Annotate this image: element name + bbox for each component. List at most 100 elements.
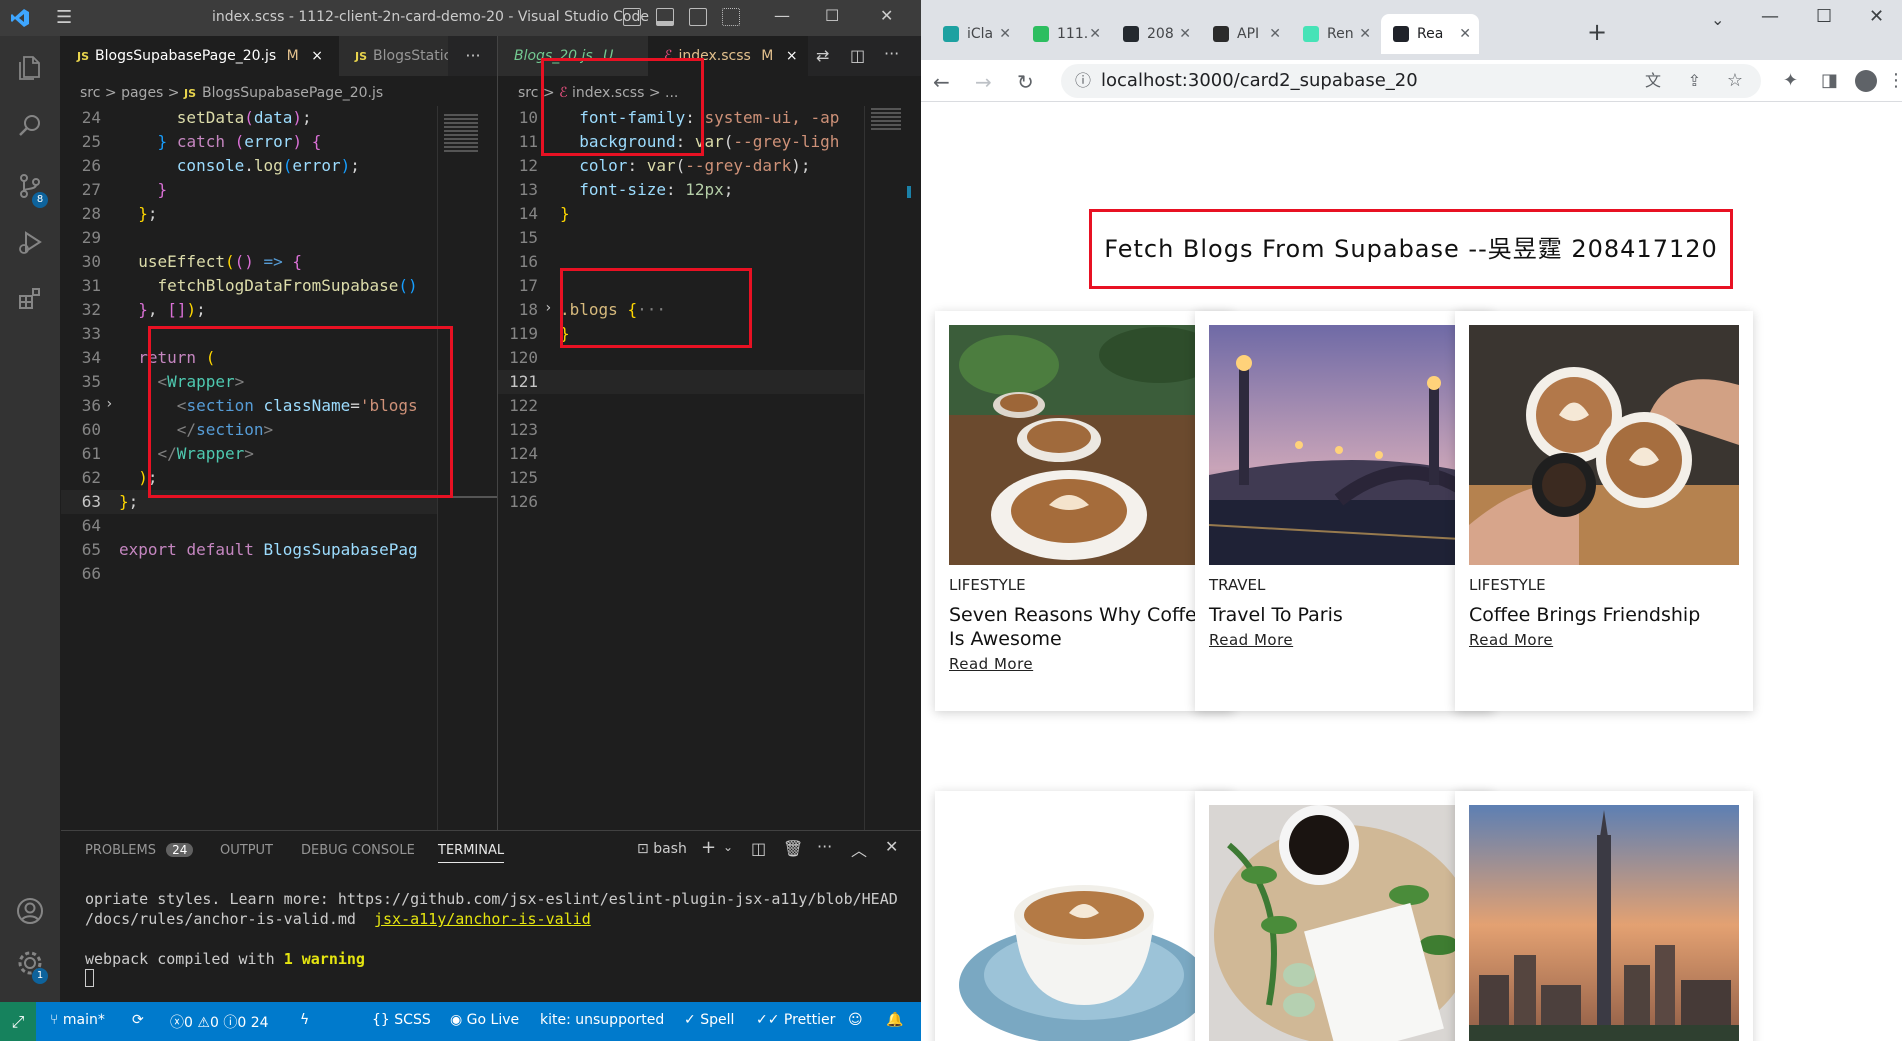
browser-tab[interactable]: API ✕: [1201, 14, 1289, 54]
tab-debug-console[interactable]: DEBUG CONSOLE: [301, 843, 415, 858]
forward-icon[interactable]: →: [975, 70, 992, 94]
lightning-icon[interactable]: ϟ: [300, 1012, 309, 1028]
right-code-editor[interactable]: 10 font-family: system-ui, -ap 11 backgro…: [498, 106, 864, 830]
code-line[interactable]: 119}: [498, 322, 864, 346]
extensions-puzzle-icon[interactable]: ✦: [1783, 70, 1798, 91]
code-line[interactable]: 29: [61, 226, 437, 250]
left-minimap[interactable]: [437, 106, 498, 830]
code-line[interactable]: 120: [498, 346, 864, 370]
breadcrumb-item[interactable]: pages: [121, 85, 163, 101]
minimize-icon[interactable]: —: [1761, 6, 1779, 27]
browser-tab[interactable]: iCla ✕: [931, 14, 1019, 54]
code-line[interactable]: 60 </section>: [61, 418, 437, 442]
rule-link[interactable]: jsx-a11y/anchor-is-valid: [374, 910, 591, 928]
maximize-icon[interactable]: ☐: [825, 6, 839, 25]
search-icon[interactable]: [14, 112, 46, 144]
side-panel-icon[interactable]: ◨: [1821, 70, 1838, 91]
code-line[interactable]: 10 font-family: system-ui, -ap: [498, 106, 864, 130]
kite-status[interactable]: kite: unsupported: [540, 1012, 664, 1028]
breadcrumb-item[interactable]: BlogsSupabasePage_20.js: [202, 85, 383, 101]
code-line[interactable]: 26 console.log(error);: [61, 154, 437, 178]
new-tab-icon[interactable]: +: [1587, 18, 1607, 46]
url-bar[interactable]: ⓘ localhost:3000/card2_supabase_20 文 ⇪ ☆: [1061, 64, 1761, 98]
feedback-icon[interactable]: ☺: [848, 1012, 863, 1028]
more-actions-icon[interactable]: ···: [448, 36, 498, 76]
go-live-button[interactable]: ◉ Go Live: [450, 1012, 519, 1028]
explorer-icon[interactable]: [14, 54, 46, 86]
close-tab-icon[interactable]: ✕: [1269, 14, 1281, 54]
run-debug-icon[interactable]: [14, 228, 46, 260]
code-line[interactable]: 63};: [61, 490, 437, 514]
code-line[interactable]: 16: [498, 250, 864, 274]
close-tab-icon[interactable]: ✕: [999, 14, 1011, 54]
profile-avatar[interactable]: [1855, 70, 1877, 92]
language-indicator[interactable]: {} SCSS: [372, 1012, 431, 1028]
tab-terminal[interactable]: TERMINAL: [438, 843, 505, 863]
close-tab-icon[interactable]: ✕: [1459, 14, 1471, 54]
code-line[interactable]: 17: [498, 274, 864, 298]
menu-kebab-icon[interactable]: ⋮: [1887, 70, 1902, 91]
prettier-status[interactable]: ✓✓ Prettier: [756, 1012, 835, 1028]
code-line[interactable]: 62 );: [61, 466, 437, 490]
browser-tab[interactable]: Ren ✕: [1291, 14, 1379, 54]
code-line[interactable]: 31 fetchBlogDataFromSupabase(): [61, 274, 437, 298]
code-line[interactable]: 65 export default BlogsSupabasePag: [61, 538, 437, 562]
code-line[interactable]: 12 color: var(--grey-dark);: [498, 154, 864, 178]
notifications-icon[interactable]: 🔔: [886, 1012, 903, 1028]
code-line[interactable]: 61 </Wrapper>: [61, 442, 437, 466]
close-window-icon[interactable]: ✕: [1869, 6, 1884, 27]
right-minimap[interactable]: [864, 106, 921, 830]
code-line[interactable]: 15: [498, 226, 864, 250]
maximize-panel-icon[interactable]: ︿: [851, 837, 867, 861]
code-line[interactable]: 122: [498, 394, 864, 418]
branch-indicator[interactable]: ⑂ main*: [50, 1012, 105, 1028]
info-icon[interactable]: ⓘ: [1075, 64, 1091, 98]
terminal-output[interactable]: opriate styles. Learn more: https://gith…: [85, 889, 898, 992]
close-panel-icon[interactable]: ✕: [885, 837, 898, 856]
toggle-secondary-sidebar-icon[interactable]: [689, 8, 707, 26]
sync-icon[interactable]: ⟳: [132, 1012, 144, 1028]
read-more-link[interactable]: Read More: [949, 655, 1033, 673]
tab-index-scss[interactable]: ℰindex.scss M ×: [648, 36, 808, 76]
code-line[interactable]: 24 setData(data);: [61, 106, 437, 130]
breadcrumb-item[interactable]: ...: [665, 85, 678, 101]
close-tab-icon[interactable]: ✕: [1359, 14, 1371, 54]
problems-indicator[interactable]: ⓧ0 ⚠0 ⓘ0 24: [170, 1012, 269, 1032]
browser-tab[interactable]: Rea ✕: [1381, 14, 1479, 54]
code-line[interactable]: 32 }, []);: [61, 298, 437, 322]
code-line[interactable]: 34 return (: [61, 346, 437, 370]
browser-tab[interactable]: 208 ✕: [1111, 14, 1199, 54]
tab-blogs-20[interactable]: Blogs_20.js U: [498, 36, 648, 76]
code-line[interactable]: 66: [61, 562, 437, 586]
code-line[interactable]: 13 font-size: 12px;: [498, 178, 864, 202]
read-more-link[interactable]: Read More: [1209, 631, 1293, 649]
code-line[interactable]: 11 background: var(--grey-ligh: [498, 130, 864, 154]
minimize-icon[interactable]: —: [774, 6, 790, 25]
split-terminal-icon[interactable]: ◫: [751, 839, 766, 858]
close-tab-icon[interactable]: ×: [311, 48, 323, 64]
code-line[interactable]: 14}: [498, 202, 864, 226]
code-line[interactable]: 27 }: [61, 178, 437, 202]
code-line[interactable]: 124: [498, 442, 864, 466]
customize-layout-icon[interactable]: [722, 8, 740, 26]
code-line[interactable]: 123: [498, 418, 864, 442]
code-line[interactable]: 121: [498, 370, 864, 394]
tab-output[interactable]: OUTPUT: [220, 843, 273, 858]
code-line[interactable]: 64: [61, 514, 437, 538]
back-icon[interactable]: ←: [933, 70, 950, 94]
share-icon[interactable]: ⇪: [1688, 64, 1701, 98]
more-actions-icon[interactable]: ···: [884, 44, 899, 63]
left-code-editor[interactable]: 24 setData(data); 25 } catch (error) {26 …: [61, 106, 437, 830]
breadcrumb-item[interactable]: index.scss: [572, 85, 644, 101]
compare-changes-icon[interactable]: ⇄: [816, 46, 829, 65]
fold-chevron-icon[interactable]: ›: [105, 396, 113, 412]
close-window-icon[interactable]: ✕: [880, 6, 893, 25]
code-line[interactable]: 126: [498, 490, 864, 514]
tab-blogs-supabase-page[interactable]: JS BlogsSupabasePage_20.js M ×: [61, 36, 339, 76]
code-line[interactable]: 30 useEffect(() => {: [61, 250, 437, 274]
reload-icon[interactable]: ↻: [1017, 70, 1034, 94]
code-line[interactable]: 25 } catch (error) {: [61, 130, 437, 154]
code-line[interactable]: 33: [61, 322, 437, 346]
remote-icon[interactable]: ⤢: [0, 1002, 36, 1041]
fold-chevron-icon[interactable]: ›: [544, 300, 552, 316]
